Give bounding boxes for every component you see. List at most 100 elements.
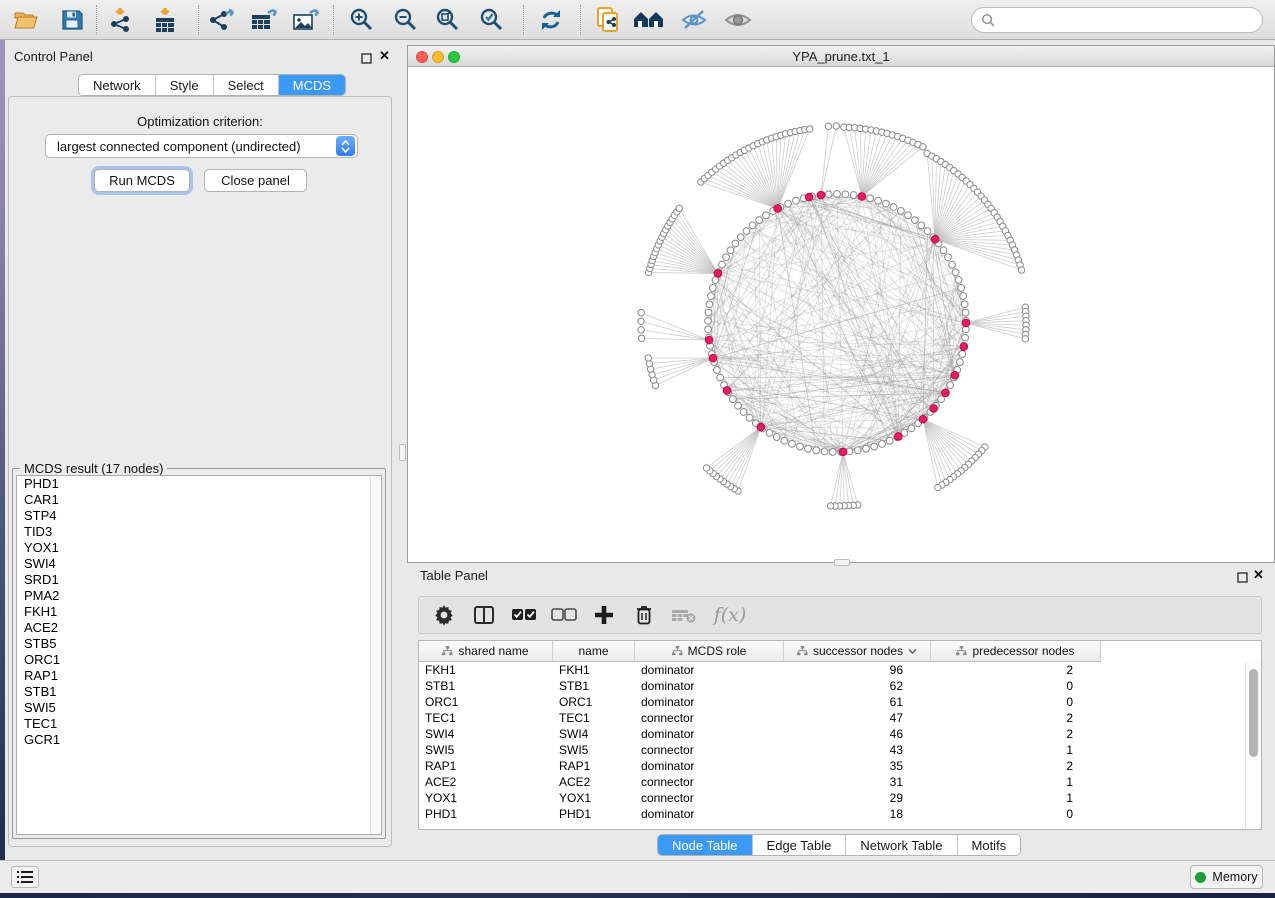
first-neighbors-icon[interactable] bbox=[631, 4, 667, 36]
zoom-out-icon[interactable] bbox=[388, 4, 424, 36]
table-row[interactable]: ORC1ORC1dominator610 bbox=[419, 694, 1245, 710]
zoom-selected-icon[interactable] bbox=[474, 4, 510, 36]
criterion-dropdown[interactable]: largest connected component (undirected) bbox=[45, 134, 358, 158]
add-column-icon[interactable] bbox=[591, 602, 617, 628]
mcds-result-item[interactable]: ACE2 bbox=[17, 620, 381, 636]
table-cell: SWI5 bbox=[419, 743, 553, 757]
memory-button[interactable]: Memory bbox=[1190, 865, 1263, 889]
import-table-icon[interactable] bbox=[147, 4, 183, 36]
mcds-result-item[interactable]: SRD1 bbox=[17, 572, 381, 588]
refresh-icon[interactable] bbox=[533, 4, 569, 36]
table-cell: 29 bbox=[784, 791, 931, 805]
mcds-result-item[interactable]: SWI4 bbox=[17, 556, 381, 572]
hide-selected-icon[interactable] bbox=[676, 4, 712, 36]
task-history-button[interactable] bbox=[11, 866, 39, 888]
control-panel-close-icon[interactable]: ✕ bbox=[379, 50, 390, 61]
search-input[interactable] bbox=[996, 10, 1262, 30]
table-row[interactable]: STB1STB1dominator620 bbox=[419, 678, 1245, 694]
column-header-name[interactable]: name bbox=[553, 641, 635, 662]
export-table-icon[interactable] bbox=[245, 4, 281, 36]
column-header-predecessor-nodes[interactable]: predecessor nodes bbox=[931, 641, 1101, 662]
toolbar-separator bbox=[198, 5, 199, 35]
tab-network[interactable]: Network bbox=[79, 75, 156, 95]
mcds-result-list[interactable]: PHD1CAR1STP4TID3YOX1SWI4SRD1PMA2FKH1ACE2… bbox=[16, 475, 382, 835]
table-cell: dominator bbox=[635, 695, 784, 709]
zoom-in-icon[interactable] bbox=[344, 4, 380, 36]
network-window: YPA_prune.txt_1 bbox=[407, 45, 1275, 563]
mcds-result-item[interactable]: YOX1 bbox=[17, 540, 381, 556]
save-session-icon[interactable] bbox=[54, 4, 90, 36]
mcds-result-item[interactable]: SWI5 bbox=[17, 700, 381, 716]
mcds-result-item[interactable]: ORC1 bbox=[17, 652, 381, 668]
table-scrollbar[interactable] bbox=[1245, 662, 1261, 830]
table-cell: ACE2 bbox=[419, 775, 553, 789]
mcds-result-item[interactable]: STB1 bbox=[17, 684, 381, 700]
table-scrollbar-thumb[interactable] bbox=[1249, 669, 1258, 757]
table-row[interactable]: ACE2ACE2connector311 bbox=[419, 774, 1245, 790]
delete-column-trash-icon[interactable] bbox=[631, 602, 657, 628]
tab-edge-table[interactable]: Edge Table bbox=[753, 835, 847, 855]
mcds-result-item[interactable]: PHD1 bbox=[17, 476, 381, 492]
table-cell: 46 bbox=[784, 727, 931, 741]
table-panel-float-icon[interactable] bbox=[1237, 570, 1248, 588]
table-row[interactable]: TEC1TEC1connector472 bbox=[419, 710, 1245, 726]
search-field[interactable] bbox=[971, 7, 1263, 33]
run-mcds-button[interactable]: Run MCDS bbox=[94, 169, 190, 192]
column-header-MCDS-role[interactable]: MCDS role bbox=[635, 641, 784, 662]
table-row[interactable]: PHD1PHD1dominator180 bbox=[419, 806, 1245, 822]
table-cell: 1 bbox=[931, 743, 1101, 757]
mcds-result-item[interactable]: STB5 bbox=[17, 636, 381, 652]
column-header-shared-name[interactable]: shared name bbox=[419, 641, 553, 662]
table-row[interactable]: SWI5SWI5connector431 bbox=[419, 742, 1245, 758]
select-all-checkboxes-icon[interactable] bbox=[511, 602, 537, 628]
import-network-icon[interactable] bbox=[103, 4, 139, 36]
list-icon bbox=[16, 870, 34, 884]
table-row[interactable]: YOX1YOX1connector291 bbox=[419, 790, 1245, 806]
horizontal-splitter-handle[interactable] bbox=[834, 559, 850, 566]
table-row[interactable]: SWI4SWI4dominator462 bbox=[419, 726, 1245, 742]
mcds-result-item[interactable]: GCR1 bbox=[17, 732, 381, 748]
table-cell: 1 bbox=[931, 791, 1101, 805]
tab-network-table[interactable]: Network Table bbox=[846, 835, 957, 855]
export-network-icon[interactable] bbox=[203, 4, 239, 36]
toolbar-separator bbox=[96, 5, 97, 35]
network-title: YPA_prune.txt_1 bbox=[408, 49, 1274, 64]
show-all-icon[interactable] bbox=[720, 4, 756, 36]
tab-node-table[interactable]: Node Table bbox=[658, 835, 753, 855]
tab-select[interactable]: Select bbox=[214, 75, 279, 95]
table-cell: YOX1 bbox=[553, 791, 635, 805]
mcds-result-item[interactable]: PMA2 bbox=[17, 588, 381, 604]
mcds-result-item[interactable]: RAP1 bbox=[17, 668, 381, 684]
toolbar-separator bbox=[333, 5, 334, 35]
mcds-result-item[interactable]: TEC1 bbox=[17, 716, 381, 732]
table-cell: 96 bbox=[784, 663, 931, 677]
table-cell: ORC1 bbox=[553, 695, 635, 709]
control-panel-float-icon[interactable] bbox=[361, 51, 372, 69]
table-cell: dominator bbox=[635, 759, 784, 773]
table-panel-close-icon[interactable]: ✕ bbox=[1253, 569, 1264, 580]
mcds-list-scrollbar[interactable] bbox=[370, 476, 381, 834]
table-settings-gear-icon[interactable] bbox=[431, 602, 457, 628]
tab-style[interactable]: Style bbox=[156, 75, 214, 95]
close-panel-button[interactable]: Close panel bbox=[204, 169, 307, 192]
column-layout-icon[interactable] bbox=[471, 602, 497, 628]
tab-motifs[interactable]: Motifs bbox=[958, 835, 1021, 855]
table-row[interactable]: FKH1FKH1dominator962 bbox=[419, 662, 1245, 678]
zoom-fit-icon[interactable] bbox=[430, 4, 466, 36]
vertical-splitter-handle[interactable] bbox=[399, 444, 406, 461]
table-row[interactable]: RAP1RAP1dominator352 bbox=[419, 758, 1245, 774]
table-cell: dominator bbox=[635, 807, 784, 821]
new-network-from-selection-icon[interactable] bbox=[590, 4, 626, 36]
open-file-icon[interactable] bbox=[8, 4, 44, 36]
mcds-result-item[interactable]: STP4 bbox=[17, 508, 381, 524]
export-image-icon[interactable] bbox=[287, 4, 323, 36]
tab-mcds[interactable]: MCDS bbox=[279, 75, 345, 95]
column-type-icon bbox=[956, 646, 967, 656]
mcds-result-item[interactable]: CAR1 bbox=[17, 492, 381, 508]
network-canvas[interactable] bbox=[408, 67, 1274, 562]
network-titlebar[interactable]: YPA_prune.txt_1 bbox=[408, 46, 1274, 67]
mcds-result-item[interactable]: TID3 bbox=[17, 524, 381, 540]
mcds-result-item[interactable]: FKH1 bbox=[17, 604, 381, 620]
column-header-successor-nodes[interactable]: successor nodes bbox=[784, 641, 931, 662]
deselect-all-checkboxes-icon[interactable] bbox=[551, 602, 577, 628]
